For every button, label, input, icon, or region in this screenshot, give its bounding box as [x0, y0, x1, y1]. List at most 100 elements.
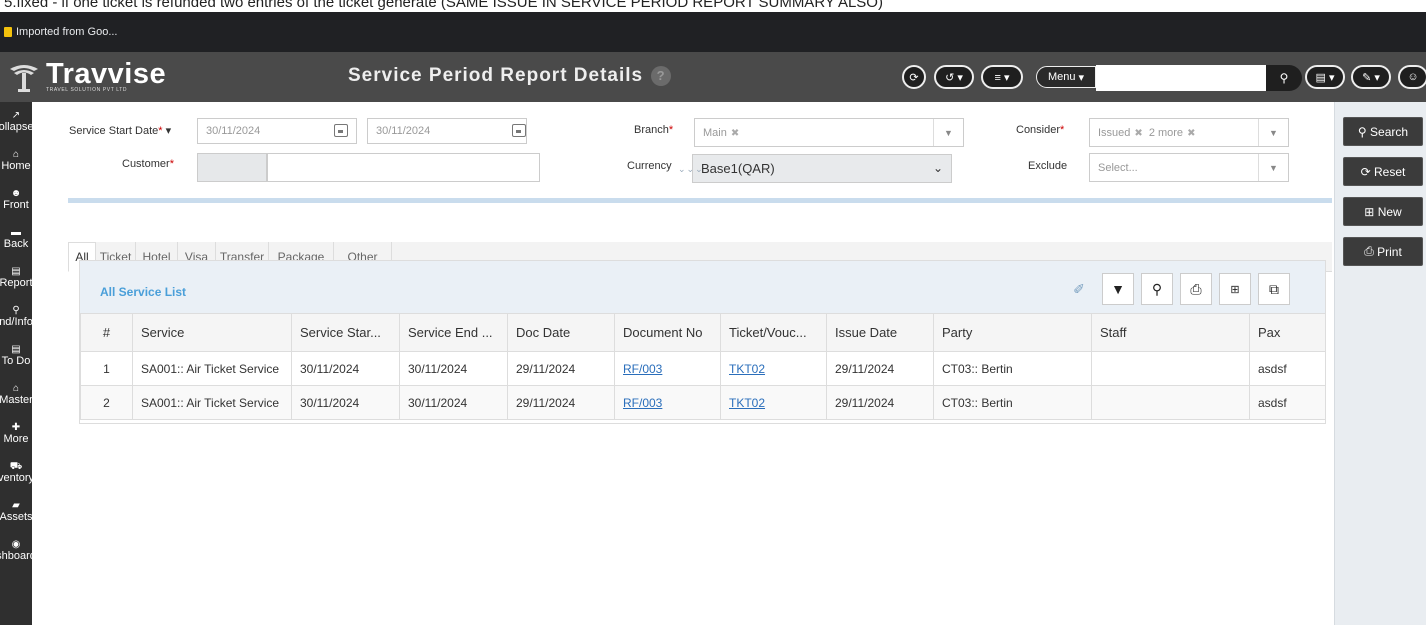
column-header[interactable]: Service	[132, 313, 292, 352]
date-to-value: 30/11/2024	[376, 125, 431, 137]
logo[interactable]: Travvise TRAVEL SOLUTION PVT LTD	[6, 59, 206, 95]
table-cell-issue: 29/11/2024	[826, 385, 934, 420]
logo-icon	[10, 65, 38, 92]
table-cell-start: 30/11/2024	[291, 351, 400, 386]
table-cell-n: 1	[80, 351, 133, 386]
table-row[interactable]: 2 SA001:: Air Ticket Service 30/11/2024 30/…	[80, 385, 1326, 420]
column-header[interactable]: Document No	[614, 313, 721, 352]
sidebar-item-assets[interactable]: ▰ Assets	[0, 492, 32, 531]
column-header[interactable]: Service End ...	[399, 313, 508, 352]
print-button[interactable]: ⎙ Print	[1343, 237, 1423, 266]
required-mark: *	[158, 125, 163, 137]
sidebar-item-inventory[interactable]: ⛟ ventory	[0, 453, 32, 492]
user-icon[interactable]: ☺	[1398, 65, 1426, 89]
document-link[interactable]: RF/003	[623, 362, 662, 376]
table-row[interactable]: 1 SA001:: Air Ticket Service 30/11/2024 30/…	[80, 351, 1326, 386]
more-icon: ✚	[11, 422, 21, 433]
column-header[interactable]: Service Star...	[291, 313, 400, 352]
table-body: 1 SA001:: Air Ticket Service 30/11/2024 30/…	[80, 351, 1326, 420]
pdf-icon[interactable]: ⎙	[1180, 273, 1212, 305]
inventory-icon: ⛟	[9, 461, 23, 472]
main-content: Service Start Date* ▾ 30/11/2024 30/11/2…	[32, 102, 1334, 625]
date-to-input[interactable]: 30/11/2024	[367, 118, 527, 144]
table-cell-staff	[1091, 351, 1250, 386]
eraser-icon[interactable]: ✐	[1063, 273, 1095, 305]
customer-input[interactable]	[267, 153, 540, 182]
sidebar-item-label: More	[3, 433, 29, 445]
sidebar-item-info[interactable]: ⚲ nd/Info	[0, 297, 32, 336]
page-title-text: Service Period Report Details	[348, 65, 644, 86]
help-icon[interactable]: ?	[651, 66, 672, 86]
bookmark-folder-label[interactable]: Imported from Goo...	[16, 26, 117, 38]
refresh-icon[interactable]: ⟳	[902, 65, 926, 89]
zoom-icon[interactable]: ⚲	[1141, 273, 1173, 305]
document-link[interactable]: RF/003	[623, 396, 662, 410]
column-header[interactable]: #	[80, 313, 133, 352]
table-cell-doc-no: RF/003	[614, 351, 721, 386]
sidebar-item-home[interactable]: ⌂ Home	[0, 141, 32, 180]
header-search-icon[interactable]: ⚲	[1266, 65, 1302, 91]
dropdown-arrow-icon[interactable]: ▼	[1258, 154, 1288, 181]
sidebar-item-collapse[interactable]: ↗ ollapse	[0, 102, 32, 141]
menu-button[interactable]: Menu ▾	[1036, 66, 1096, 88]
customer-label: Customer*	[122, 158, 174, 170]
sidebar-item-front[interactable]: ☻ Front	[0, 180, 32, 219]
todo-icon: ▤	[11, 344, 21, 355]
remove-chip-icon[interactable]: ✖	[1134, 128, 1142, 139]
collapse-icon: ↗	[11, 110, 21, 121]
history-icon[interactable]: ↺ ▾	[934, 65, 974, 89]
sidebar-item-more[interactable]: ✚ More	[0, 414, 32, 453]
sidebar-item-label: nd/Info	[0, 316, 32, 328]
calendar-icon[interactable]	[512, 124, 526, 137]
master-icon: ⌂	[12, 383, 20, 394]
service-start-date-label: Service Start Date* ▾	[69, 125, 172, 137]
logo-name: Travvise	[46, 58, 167, 90]
service-table: # Service Service Star... Service End ... Do…	[80, 313, 1326, 420]
table-cell-party: CT03:: Bertin	[933, 385, 1092, 420]
sidebar-item-dashboard[interactable]: ◉shboard	[0, 531, 32, 570]
brush-icon[interactable]: ✎ ▾	[1351, 65, 1391, 89]
columns-icon[interactable]: ⧉	[1258, 273, 1290, 305]
remove-chip-icon[interactable]: ✖	[1187, 128, 1195, 139]
search-button[interactable]: ⚲ Search	[1343, 117, 1423, 146]
sidebar-item-todo[interactable]: ▤ To Do	[0, 336, 32, 375]
dropdown-arrow-icon[interactable]: ▼	[933, 119, 963, 146]
exclude-label: Exclude	[1028, 160, 1068, 172]
ticket-link[interactable]: TKT02	[729, 362, 765, 376]
panel-header: All Service List ✐ ▼ ⚲ ⎙ ⊞ ⧉	[80, 261, 1325, 313]
table-cell-ticket: TKT02	[720, 385, 827, 420]
sidebar-item-label: Assets	[0, 511, 32, 523]
table-cell-end: 30/11/2024	[399, 385, 508, 420]
date-from-value: 30/11/2024	[206, 125, 261, 137]
table-cell-doc-date: 29/11/2024	[507, 351, 615, 386]
dropdown-arrow-icon[interactable]: ▼	[1258, 119, 1288, 146]
consider-select[interactable]: Issued ✖ 2 more ✖ ▼	[1089, 118, 1289, 147]
sidebar-item-back[interactable]: ▬ Back	[0, 219, 32, 258]
excel-icon[interactable]: ⊞	[1219, 273, 1251, 305]
calendar-icon[interactable]	[334, 124, 348, 137]
column-header[interactable]: Staff	[1091, 313, 1250, 352]
sidebar-item-report[interactable]: ▤ Report	[0, 258, 32, 297]
remove-chip-icon[interactable]: ✖	[731, 128, 739, 139]
column-header[interactable]: Issue Date	[826, 313, 934, 352]
column-header[interactable]: Pax	[1249, 313, 1326, 352]
list-menu-icon[interactable]: ≡ ▾	[981, 65, 1023, 89]
column-header[interactable]: Ticket/Vouc...	[720, 313, 827, 352]
header-search-input[interactable]	[1096, 65, 1266, 91]
filter-icon[interactable]: ▼	[1102, 273, 1134, 305]
book-icon[interactable]: ▤ ▾	[1305, 65, 1345, 89]
chevron-down-icon[interactable]: ⌄	[933, 161, 943, 175]
column-header[interactable]: Party	[933, 313, 1092, 352]
customer-code-input[interactable]	[197, 153, 267, 182]
sidebar-item-master[interactable]: ⌂ Master	[0, 375, 32, 414]
currency-select[interactable]: Base1(QAR) ⌄	[692, 154, 952, 183]
date-from-input[interactable]: 30/11/2024	[197, 118, 357, 144]
column-header[interactable]: Doc Date	[507, 313, 615, 352]
collapse-filters-icon[interactable]: ⌄⌄⌄	[678, 164, 704, 175]
branch-select[interactable]: Main ✖ ▼	[694, 118, 964, 147]
reset-button[interactable]: ⟳ Reset	[1343, 157, 1423, 186]
home-icon: ⌂	[12, 149, 20, 160]
ticket-link[interactable]: TKT02	[729, 396, 765, 410]
new-button[interactable]: ⊞ New	[1343, 197, 1423, 226]
exclude-select[interactable]: Select... ▼	[1089, 153, 1289, 182]
